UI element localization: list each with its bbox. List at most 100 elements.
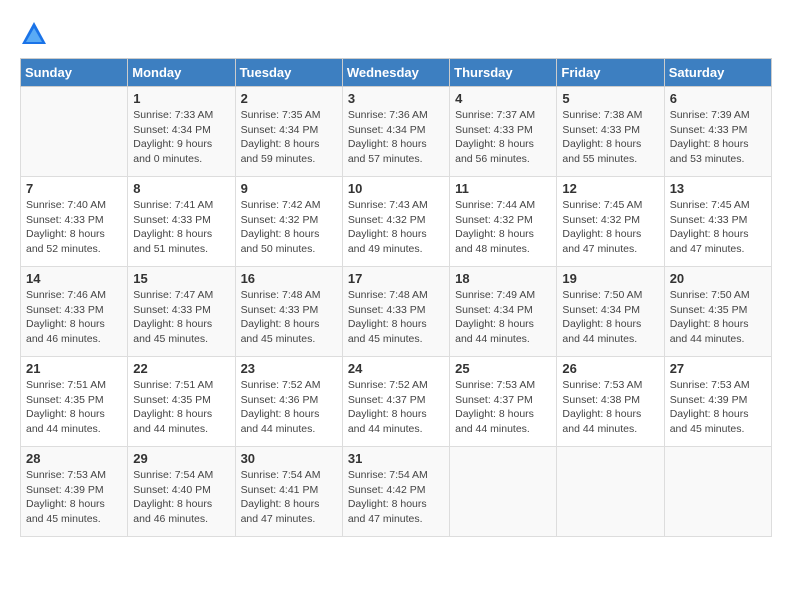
day-number: 1 bbox=[133, 91, 229, 106]
weekday-header-row: SundayMondayTuesdayWednesdayThursdayFrid… bbox=[21, 59, 772, 87]
day-info: Sunrise: 7:52 AMSunset: 4:37 PMDaylight:… bbox=[348, 378, 444, 437]
calendar-cell: 26 Sunrise: 7:53 AMSunset: 4:38 PMDayligh… bbox=[557, 357, 664, 447]
day-number: 24 bbox=[348, 361, 444, 376]
calendar-cell: 13 Sunrise: 7:45 AMSunset: 4:33 PMDayligh… bbox=[664, 177, 771, 267]
calendar-cell: 29Sunrise: 7:54 AMSunset: 4:40 PMDayligh… bbox=[128, 447, 235, 537]
day-info: Sunrise: 7:48 AMSunset: 4:33 PMDaylight:… bbox=[348, 288, 444, 347]
day-info: Sunrise: 7:42 AMSunset: 4:32 PMDaylight:… bbox=[241, 198, 337, 257]
day-number: 28 bbox=[26, 451, 122, 466]
day-number: 3 bbox=[348, 91, 444, 106]
calendar-cell: 31 Sunrise: 7:54 AMSunset: 4:42 PMDayligh… bbox=[342, 447, 449, 537]
day-number: 20 bbox=[670, 271, 766, 286]
day-info: Sunrise: 7:51 AMSunset: 4:35 PMDaylight:… bbox=[26, 378, 122, 437]
weekday-header-monday: Monday bbox=[128, 59, 235, 87]
day-info: Sunrise: 7:47 AMSunset: 4:33 PMDaylight:… bbox=[133, 288, 229, 347]
day-info: Sunrise: 7:53 AMSunset: 4:39 PMDaylight:… bbox=[670, 378, 766, 437]
day-info: Sunrise: 7:53 AMSunset: 4:38 PMDaylight:… bbox=[562, 378, 658, 437]
calendar-cell: 19 Sunrise: 7:50 AMSunset: 4:34 PMDayligh… bbox=[557, 267, 664, 357]
day-number: 10 bbox=[348, 181, 444, 196]
calendar-cell: 6Sunrise: 7:39 AMSunset: 4:33 PMDaylight… bbox=[664, 87, 771, 177]
calendar-cell: 10 Sunrise: 7:43 AMSunset: 4:32 PMDayligh… bbox=[342, 177, 449, 267]
calendar-week-row: 28Sunrise: 7:53 AMSunset: 4:39 PMDayligh… bbox=[21, 447, 772, 537]
calendar-cell bbox=[664, 447, 771, 537]
day-number: 14 bbox=[26, 271, 122, 286]
day-number: 21 bbox=[26, 361, 122, 376]
day-info: Sunrise: 7:49 AMSunset: 4:34 PMDaylight:… bbox=[455, 288, 551, 347]
day-number: 8 bbox=[133, 181, 229, 196]
calendar-cell: 23 Sunrise: 7:52 AMSunset: 4:36 PMDayligh… bbox=[235, 357, 342, 447]
weekday-header-thursday: Thursday bbox=[450, 59, 557, 87]
day-number: 9 bbox=[241, 181, 337, 196]
calendar-cell: 27 Sunrise: 7:53 AMSunset: 4:39 PMDayligh… bbox=[664, 357, 771, 447]
calendar-cell: 9 Sunrise: 7:42 AMSunset: 4:32 PMDaylight… bbox=[235, 177, 342, 267]
day-info: Sunrise: 7:48 AMSunset: 4:33 PMDaylight:… bbox=[241, 288, 337, 347]
day-info: Sunrise: 7:45 AMSunset: 4:33 PMDaylight:… bbox=[670, 198, 766, 257]
day-info: Sunrise: 7:33 AMSunset: 4:34 PMDaylight:… bbox=[133, 108, 229, 167]
calendar-cell: 5 Sunrise: 7:38 AMSunset: 4:33 PMDaylight… bbox=[557, 87, 664, 177]
calendar-week-row: 14 Sunrise: 7:46 AMSunset: 4:33 PMDayligh… bbox=[21, 267, 772, 357]
weekday-header-sunday: Sunday bbox=[21, 59, 128, 87]
calendar-cell: 12Sunrise: 7:45 AMSunset: 4:32 PMDayligh… bbox=[557, 177, 664, 267]
calendar-cell: 14 Sunrise: 7:46 AMSunset: 4:33 PMDayligh… bbox=[21, 267, 128, 357]
day-number: 15 bbox=[133, 271, 229, 286]
day-info: Sunrise: 7:54 AMSunset: 4:42 PMDaylight:… bbox=[348, 468, 444, 527]
calendar-cell: 1 Sunrise: 7:33 AMSunset: 4:34 PMDaylight… bbox=[128, 87, 235, 177]
calendar-cell: 7Sunrise: 7:40 AMSunset: 4:33 PMDaylight… bbox=[21, 177, 128, 267]
calendar-cell: 11Sunrise: 7:44 AMSunset: 4:32 PMDayligh… bbox=[450, 177, 557, 267]
calendar-cell: 28Sunrise: 7:53 AMSunset: 4:39 PMDayligh… bbox=[21, 447, 128, 537]
calendar-cell bbox=[450, 447, 557, 537]
calendar-week-row: 1 Sunrise: 7:33 AMSunset: 4:34 PMDaylight… bbox=[21, 87, 772, 177]
calendar-cell: 24 Sunrise: 7:52 AMSunset: 4:37 PMDayligh… bbox=[342, 357, 449, 447]
calendar-cell: 8 Sunrise: 7:41 AMSunset: 4:33 PMDaylight… bbox=[128, 177, 235, 267]
calendar-cell: 18 Sunrise: 7:49 AMSunset: 4:34 PMDayligh… bbox=[450, 267, 557, 357]
day-info: Sunrise: 7:54 AMSunset: 4:41 PMDaylight:… bbox=[241, 468, 337, 527]
day-number: 29 bbox=[133, 451, 229, 466]
calendar-cell: 15 Sunrise: 7:47 AMSunset: 4:33 PMDayligh… bbox=[128, 267, 235, 357]
day-number: 23 bbox=[241, 361, 337, 376]
calendar-table: SundayMondayTuesdayWednesdayThursdayFrid… bbox=[20, 58, 772, 537]
day-info: Sunrise: 7:41 AMSunset: 4:33 PMDaylight:… bbox=[133, 198, 229, 257]
day-number: 19 bbox=[562, 271, 658, 286]
day-info: Sunrise: 7:35 AMSunset: 4:34 PMDaylight:… bbox=[241, 108, 337, 167]
day-number: 22 bbox=[133, 361, 229, 376]
day-number: 30 bbox=[241, 451, 337, 466]
day-info: Sunrise: 7:46 AMSunset: 4:33 PMDaylight:… bbox=[26, 288, 122, 347]
calendar-week-row: 21 Sunrise: 7:51 AMSunset: 4:35 PMDayligh… bbox=[21, 357, 772, 447]
calendar-cell bbox=[557, 447, 664, 537]
calendar-cell: 17 Sunrise: 7:48 AMSunset: 4:33 PMDayligh… bbox=[342, 267, 449, 357]
calendar-cell: 2Sunrise: 7:35 AMSunset: 4:34 PMDaylight… bbox=[235, 87, 342, 177]
day-number: 26 bbox=[562, 361, 658, 376]
calendar-header: SundayMondayTuesdayWednesdayThursdayFrid… bbox=[21, 59, 772, 87]
calendar-cell: 25Sunrise: 7:53 AMSunset: 4:37 PMDayligh… bbox=[450, 357, 557, 447]
day-number: 27 bbox=[670, 361, 766, 376]
day-info: Sunrise: 7:36 AMSunset: 4:34 PMDaylight:… bbox=[348, 108, 444, 167]
calendar-cell: 3 Sunrise: 7:36 AMSunset: 4:34 PMDaylight… bbox=[342, 87, 449, 177]
day-info: Sunrise: 7:50 AMSunset: 4:34 PMDaylight:… bbox=[562, 288, 658, 347]
calendar-week-row: 7Sunrise: 7:40 AMSunset: 4:33 PMDaylight… bbox=[21, 177, 772, 267]
weekday-header-saturday: Saturday bbox=[664, 59, 771, 87]
weekday-header-friday: Friday bbox=[557, 59, 664, 87]
logo-icon bbox=[20, 20, 48, 48]
day-number: 5 bbox=[562, 91, 658, 106]
page-header bbox=[20, 20, 772, 48]
day-info: Sunrise: 7:43 AMSunset: 4:32 PMDaylight:… bbox=[348, 198, 444, 257]
day-number: 11 bbox=[455, 181, 551, 196]
day-info: Sunrise: 7:52 AMSunset: 4:36 PMDaylight:… bbox=[241, 378, 337, 437]
day-info: Sunrise: 7:51 AMSunset: 4:35 PMDaylight:… bbox=[133, 378, 229, 437]
day-number: 18 bbox=[455, 271, 551, 286]
logo bbox=[20, 20, 52, 48]
day-number: 16 bbox=[241, 271, 337, 286]
day-info: Sunrise: 7:38 AMSunset: 4:33 PMDaylight:… bbox=[562, 108, 658, 167]
weekday-header-tuesday: Tuesday bbox=[235, 59, 342, 87]
calendar-cell: 30 Sunrise: 7:54 AMSunset: 4:41 PMDayligh… bbox=[235, 447, 342, 537]
day-number: 25 bbox=[455, 361, 551, 376]
day-info: Sunrise: 7:50 AMSunset: 4:35 PMDaylight:… bbox=[670, 288, 766, 347]
day-info: Sunrise: 7:45 AMSunset: 4:32 PMDaylight:… bbox=[562, 198, 658, 257]
day-number: 13 bbox=[670, 181, 766, 196]
day-info: Sunrise: 7:40 AMSunset: 4:33 PMDaylight:… bbox=[26, 198, 122, 257]
day-number: 31 bbox=[348, 451, 444, 466]
day-info: Sunrise: 7:37 AMSunset: 4:33 PMDaylight:… bbox=[455, 108, 551, 167]
calendar-cell: 4Sunrise: 7:37 AMSunset: 4:33 PMDaylight… bbox=[450, 87, 557, 177]
day-number: 17 bbox=[348, 271, 444, 286]
day-number: 6 bbox=[670, 91, 766, 106]
